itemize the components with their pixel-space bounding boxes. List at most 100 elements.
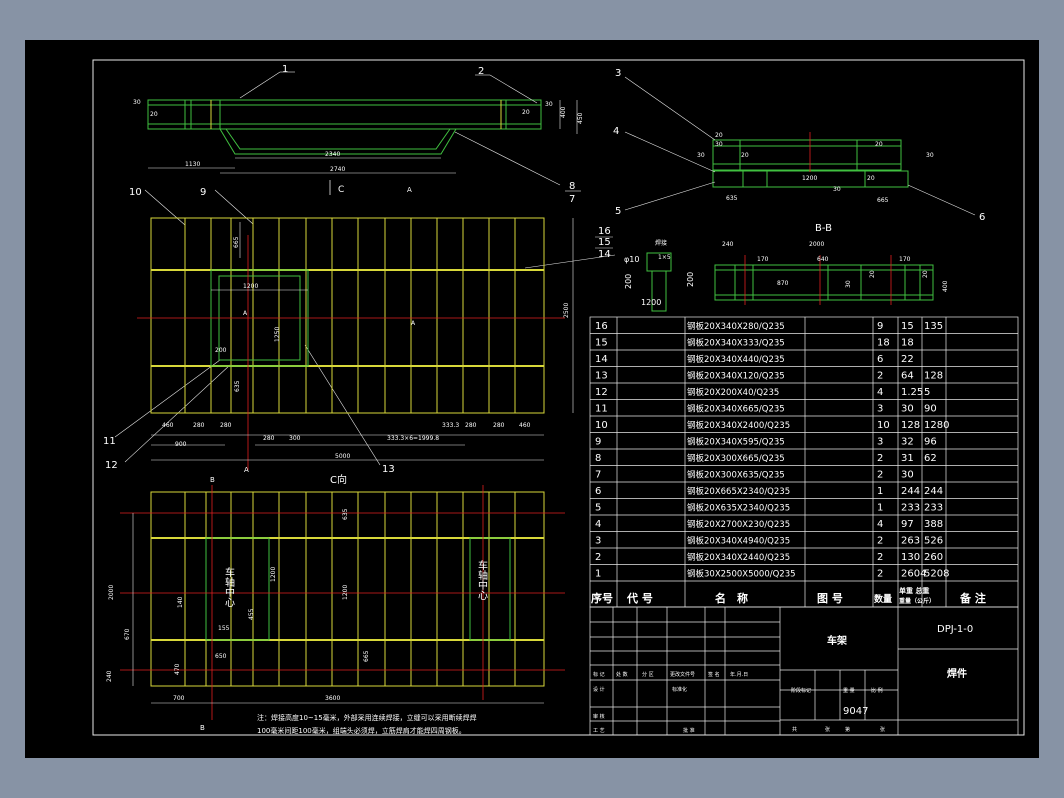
bom-item-qty: 6 [877,354,883,365]
svg-text:张: 张 [825,726,830,733]
svg-text:1×5: 1×5 [658,254,671,261]
bom-header: 序号 代 号 名 称 图 号 数量 单重 总重 重量（公斤） 备 注 [591,586,986,605]
bom-item-total-weight: 526 [924,536,943,547]
svg-text:280: 280 [220,422,232,429]
bom-header-drawing: 图 号 [817,592,843,605]
svg-text:280: 280 [465,422,477,429]
callout-15: 15 [598,237,611,248]
svg-text:工 艺: 工 艺 [593,728,605,734]
bom-item-qty: 2 [877,552,883,563]
bom-item-total-weight: 1280 [924,420,949,431]
svg-text:1200: 1200 [270,567,277,582]
svg-text:650: 650 [215,653,227,660]
bom-item-unit-weight: 22 [901,354,914,365]
bom-header-code: 代 号 [626,591,653,605]
bom-item-no: 16 [595,321,608,332]
svg-text:635: 635 [342,508,349,520]
bom-item-name: 钢板20X340X280/Q235 [687,321,785,332]
svg-text:φ10: φ10 [624,255,639,264]
bom-row: 5 钢板20X635X2340/Q235 1 233 233 [595,503,943,514]
bom-item-qty: 2 [877,453,883,464]
svg-text:280: 280 [193,422,205,429]
callout-1: 1 [282,64,288,75]
weld-detail-labels: 1200 200 200 φ10 焊接 1×5 [624,239,695,307]
svg-text:170: 170 [899,256,911,263]
bom-item-no: 4 [595,519,601,530]
svg-text:20: 20 [522,109,530,116]
bom-item-total-weight: 388 [924,519,943,530]
svg-text:333.3×6=1999.8: 333.3×6=1999.8 [387,435,439,442]
car-center-left: 车轴中心 [223,566,235,607]
plan-marker-a-left: A [243,310,248,317]
bom-header-remark: 备 注 [959,591,986,605]
svg-text:200: 200 [686,272,695,287]
bom-row: 11 钢板20X340X665/Q235 3 30 90 [595,404,937,415]
svg-text:1200: 1200 [342,585,349,600]
drawing-sheet: 30 20 20 30 400 450 1130 2340 2740 C A 3… [25,40,1039,758]
bom-item-total-weight: 62 [924,453,937,464]
svg-text:20: 20 [869,270,876,278]
svg-text:333.3: 333.3 [442,422,459,429]
svg-text:20: 20 [922,270,929,278]
bom-item-no: 11 [595,404,608,415]
bom-item-total-weight: 90 [924,404,937,415]
svg-text:20: 20 [150,111,158,118]
svg-text:635: 635 [726,195,738,202]
bom-item-name: 钢板30X2500X5000/Q235 [687,569,796,580]
bom-row: 15 钢板20X340X333/Q235 18 18 [595,338,914,349]
callout-7: 7 [569,194,575,205]
svg-text:2000: 2000 [108,585,115,600]
callout-12: 12 [105,460,118,471]
svg-text:280: 280 [263,435,275,442]
svg-text:400: 400 [560,106,567,118]
bom-item-no: 5 [595,503,601,514]
bom-item-total-weight: 233 [924,503,943,514]
svg-text:2500: 2500 [563,303,570,318]
bom-row: 7 钢板20X300X635/Q235 2 30 [595,470,914,481]
plan-dim-lines [151,218,574,461]
view-c-marker: C [338,185,344,195]
svg-text:240: 240 [722,241,734,248]
svg-text:455: 455 [248,608,255,620]
svg-text:140: 140 [177,596,184,608]
bom-item-total-weight: 96 [924,437,937,448]
bom-row: 1 钢板30X2500X5000/Q235 2 26045208 [595,569,949,580]
bom-item-unit-weight: 30 [901,404,914,415]
svg-text:30: 30 [133,99,141,106]
bom-item-name: 钢板20X340X4940/Q235 [687,536,790,547]
bom-item-unit-weight: 2604 [901,569,926,580]
bom-item-name: 钢板20X340X2440/Q235 [687,552,790,563]
bom-table [589,316,1019,608]
bom-item-name: 钢板20X635X2340/Q235 [687,503,790,514]
callout-3: 3 [615,68,621,79]
bom-item-name: 钢板20X340X595/Q235 [687,437,785,448]
svg-text:635: 635 [234,380,241,392]
svg-text:200: 200 [215,347,227,354]
bom-item-no: 7 [595,470,601,481]
bom-row: 10 钢板20X340X2400/Q235 10 128 1280 [595,420,949,431]
svg-text:640: 640 [817,256,829,263]
bom-item-name: 钢板20X340X665/Q235 [687,404,785,415]
bom-item-unit-weight: 97 [901,519,914,530]
svg-text:670: 670 [124,628,131,640]
svg-text:1130: 1130 [185,161,200,168]
bom-item-name: 钢板20X340X440/Q235 [687,354,785,365]
svg-text:第: 第 [845,726,850,733]
svg-text:450: 450 [577,112,584,124]
bom-item-unit-weight: 233 [901,503,920,514]
bom-header-name: 名 称 [715,591,748,605]
bom-item-no: 10 [595,420,608,431]
bom-item-no: 13 [595,371,608,382]
svg-text:签 名: 签 名 [708,671,720,678]
drawing-number: DPJ-1-0 [937,624,973,635]
bom-item-unit-weight: 263 [901,536,920,547]
bom-item-unit-weight: 130 [901,552,920,563]
bom-header-weight-top: 单重 总重 [899,586,929,595]
bom-item-no: 1 [595,569,601,580]
svg-text:20: 20 [875,141,883,148]
svg-text:5000: 5000 [335,453,350,460]
bom-item-qty: 4 [877,387,883,398]
svg-text:张: 张 [880,726,885,733]
bom-item-total-weight: 260 [924,552,943,563]
svg-text:共: 共 [792,726,797,733]
